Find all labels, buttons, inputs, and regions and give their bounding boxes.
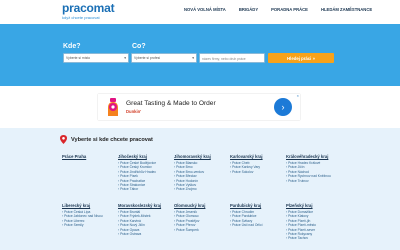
region-title-link[interactable]: Jihočeský kraj [118, 154, 156, 159]
location-select-value: Vyberte si místo [66, 56, 91, 60]
profession-select[interactable]: Vyberte si profesi ▾ [131, 53, 197, 63]
region-column: Práce Praha [62, 154, 86, 161]
logo-tagline: když chcete pracovat [62, 15, 100, 20]
ad-banner[interactable]: Great Tasting & Made to Order Dunkin' › … [98, 94, 300, 120]
arrow-right-icon[interactable]: › [274, 98, 292, 116]
ad-brand: Dunkin' [126, 109, 142, 114]
top-nav: NOVÁ VOLNÁ MÍSTA BRIGÁDY PORADNA PRÁCE H… [184, 7, 372, 12]
nav-hiring[interactable]: HLEDÁM ZAMĚSTNANCE [321, 7, 372, 12]
region-column: Jihočeský kraj Práce České BudějovicePrác… [118, 154, 156, 192]
logo-text: pracomat [62, 1, 115, 15]
region-title-link[interactable]: Moravskoslezský kraj [118, 203, 161, 208]
city-link[interactable]: Práce Tábor [118, 187, 156, 191]
city-list: Práce DomažlicePráce KlatovyPráce Plzeň-… [286, 210, 316, 241]
city-list: Práce České BudějovicePráce Český Krumlo… [118, 161, 156, 192]
profession-select-value: Vyberte si profesi [134, 56, 161, 60]
city-link[interactable]: Práce Ústí nad Orlicí [230, 223, 262, 227]
city-link[interactable]: Práce Plzeň-město [286, 223, 316, 227]
city-link[interactable]: Práce Rychnov nad Kněžnou [286, 174, 331, 178]
chevron-down-icon: ▾ [192, 56, 194, 60]
region-title-link[interactable]: Olomoucký kraj [174, 203, 205, 208]
region-title-link[interactable]: Královéhradecký kraj [286, 154, 331, 159]
city-link[interactable]: Práce Ostrava [118, 232, 161, 236]
nav-brigady[interactable]: BRIGÁDY [239, 7, 258, 12]
location-select[interactable]: Vyberte si místo ▾ [63, 53, 129, 63]
region-title-link[interactable]: Liberecký kraj [62, 203, 103, 208]
city-list: Práce Česká LípaPráce Jablonec nad Nisou… [62, 210, 103, 228]
regions-title: Vyberte si kde chcete pracovat [71, 136, 153, 143]
ad-close-icon[interactable]: ✕ [296, 94, 299, 98]
city-list: Práce BlanskoPráce BrnoPráce Brno-venkov… [174, 161, 211, 192]
city-list: Práce JeseníkPráce OlomoucPráce Prostějo… [174, 210, 205, 232]
region-title-link[interactable]: Jihomoravský kraj [174, 154, 211, 159]
region-column: Královéhradecký kraj Práce Hradec Králové… [286, 154, 331, 183]
region-column: Karlovarský kraj Práce ChebPráce Karlovy … [230, 154, 263, 174]
nav-new-jobs[interactable]: NOVÁ VOLNÁ MÍSTA [184, 7, 226, 12]
region-title-link[interactable]: Pardubický kraj [230, 203, 263, 208]
nav-advice[interactable]: PORADNA PRÁCE [271, 7, 308, 12]
city-link[interactable]: Práce Sokolov [230, 170, 263, 174]
logo[interactable]: pracomat když chcete pracovat [62, 1, 115, 20]
city-list: Práce ChebPráce Karlovy VaryPráce Sokolo… [230, 161, 263, 174]
site-header: pracomat když chcete pracovat NOVÁ VOLNÁ… [0, 0, 400, 24]
region-title-link[interactable]: Práce Praha [62, 154, 86, 159]
dunkin-logo-icon [108, 98, 118, 116]
region-column: Moravskoslezský kraj Práce BruntálPráce F… [118, 203, 161, 236]
keyword-input[interactable]: název firmy, nebo druh práce [199, 53, 265, 63]
city-list: Práce BruntálPráce Frýdek-MístekPráce Ka… [118, 210, 161, 236]
city-list: Práce Hradec KrálovéPráce JičínPráce Nác… [286, 161, 331, 183]
region-title-link[interactable]: Plzeňský kraj [286, 203, 316, 208]
search-button[interactable]: Hledej práci » [268, 53, 334, 63]
region-column: Jihomoravský kraj Práce BlanskoPráce Brno… [174, 154, 211, 192]
city-list: Práce ChrudimPráce PardubicePráce Svitav… [230, 210, 262, 228]
ad-title: Great Tasting & Made to Order [126, 100, 216, 107]
what-label: Co? [132, 43, 146, 50]
region-column: Pardubický kraj Práce ChrudimPráce Pardub… [230, 203, 263, 228]
chevron-down-icon: ▾ [124, 56, 126, 60]
city-link[interactable]: Práce Šumperk [174, 228, 205, 232]
where-label: Kde? [63, 43, 81, 50]
region-column: Liberecký kraj Práce Česká LípaPráce Jabl… [62, 203, 103, 228]
keyword-placeholder: název firmy, nebo druh práce [202, 57, 246, 61]
city-link[interactable]: Práce Znojmo [174, 187, 211, 191]
city-link[interactable]: Práce Tachov [286, 236, 316, 240]
regions-heading: Vyberte si kde chcete pracovat [60, 135, 153, 144]
city-link[interactable]: Práce Trutnov [286, 179, 331, 183]
city-link[interactable]: Práce Semily [62, 223, 103, 227]
region-title-link[interactable]: Karlovarský kraj [230, 154, 263, 159]
map-pin-icon [60, 135, 67, 144]
region-column: Plzeňský kraj Práce DomažlicePráce Klatov… [286, 203, 316, 241]
region-column: Olomoucký kraj Práce JeseníkPráce Olomouc… [174, 203, 205, 232]
